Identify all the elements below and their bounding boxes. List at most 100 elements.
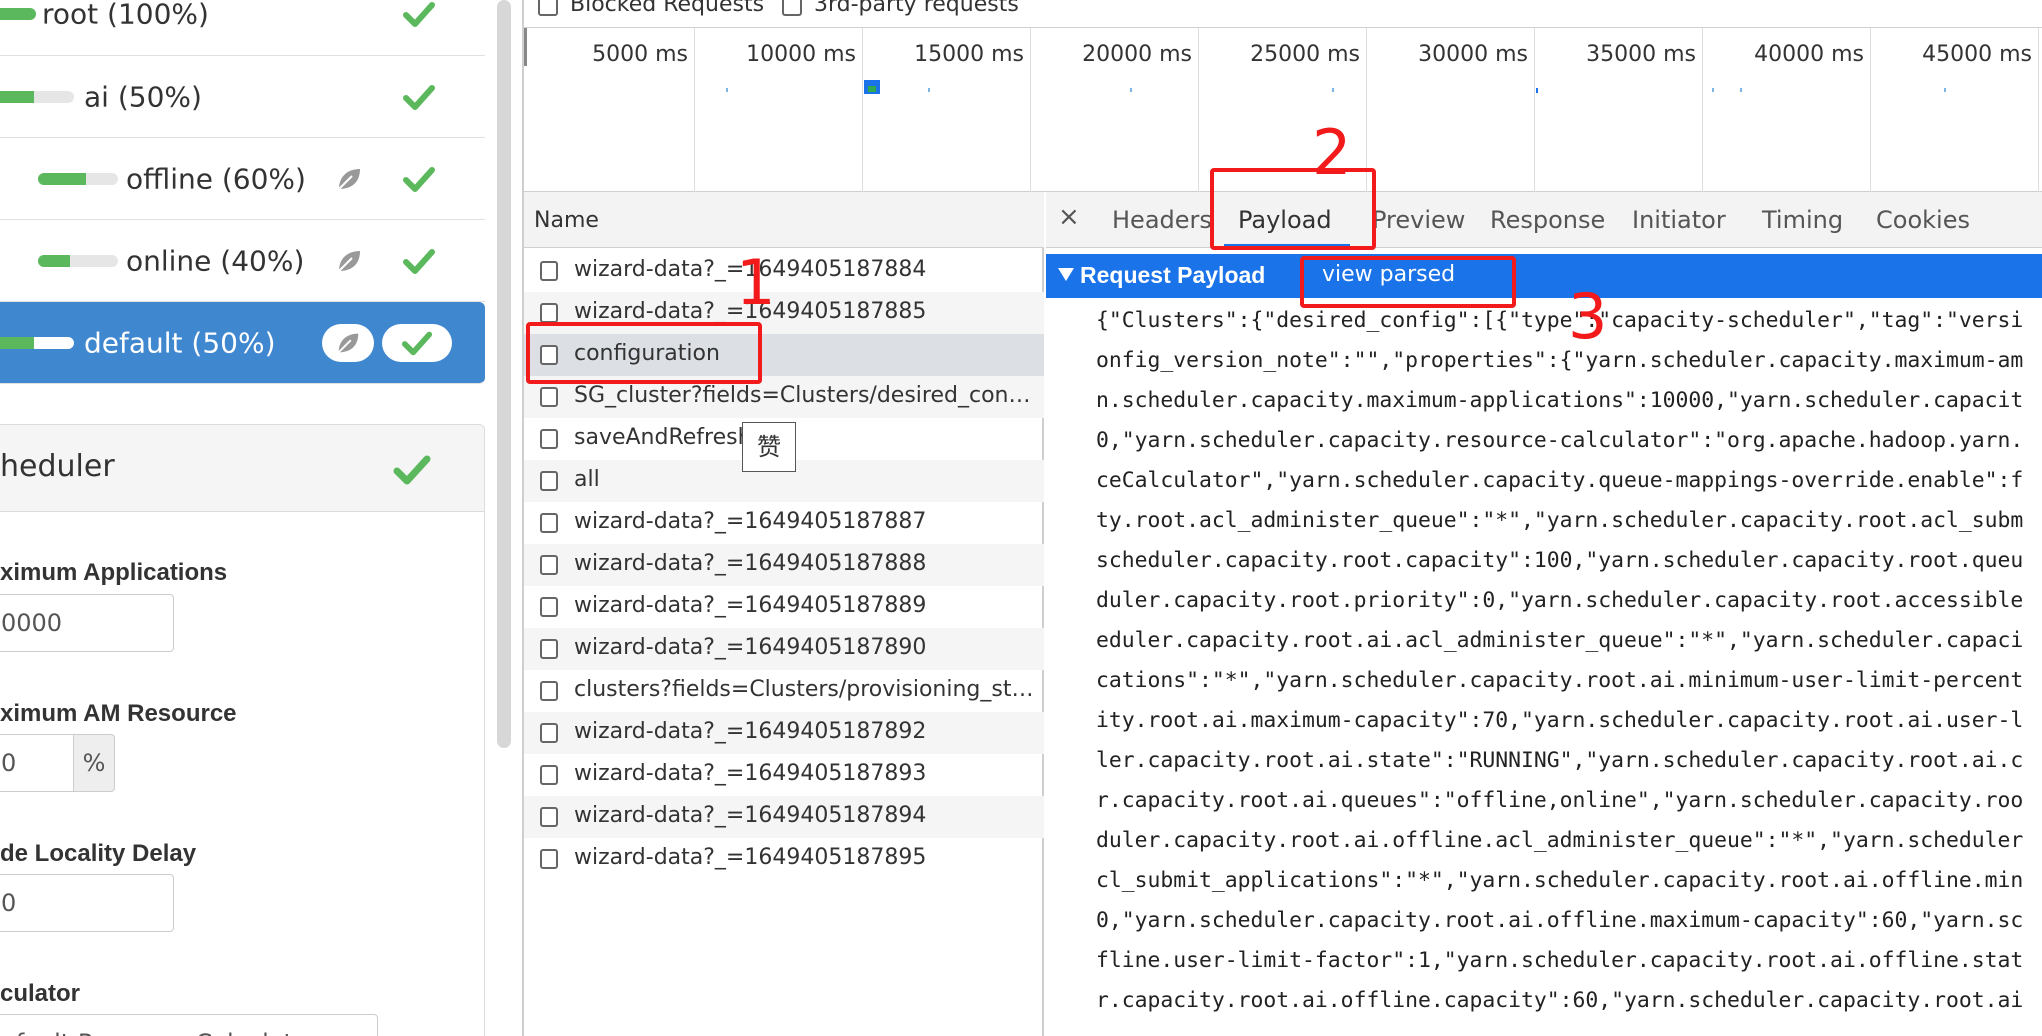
request-checkbox[interactable] bbox=[540, 513, 558, 533]
node-locality-delay-label: de Locality Delay bbox=[0, 840, 197, 867]
timeline-request-bar bbox=[1332, 88, 1334, 92]
tab-timing[interactable]: Timing bbox=[1762, 206, 1843, 234]
node-locality-delay-input[interactable]: 0 bbox=[0, 874, 174, 932]
leaf-icon bbox=[338, 168, 360, 190]
queue-row-online[interactable]: online (40%) bbox=[0, 220, 485, 302]
request-checkbox[interactable] bbox=[540, 387, 558, 407]
queue-row-offline[interactable]: offline (60%) bbox=[0, 138, 485, 220]
timeline-tick bbox=[2038, 28, 2039, 192]
request-name: wizard-data?_=1649405187895 bbox=[574, 845, 927, 870]
request-row[interactable]: wizard-data?_=1649405187884 bbox=[524, 250, 1044, 292]
request-checkbox[interactable] bbox=[540, 261, 558, 281]
scheduler-header[interactable]: heduler bbox=[0, 424, 485, 512]
blocked-requests-checkbox[interactable] bbox=[538, 0, 558, 16]
request-row[interactable]: wizard-data?_=1649405187894 bbox=[524, 796, 1044, 838]
queue-row-ai[interactable]: ai (50%) bbox=[0, 56, 485, 138]
request-checkbox[interactable] bbox=[540, 807, 558, 827]
max-applications-input[interactable]: 0000 bbox=[0, 594, 174, 652]
check-icon bbox=[403, 166, 435, 192]
timeline-request-bar bbox=[1712, 88, 1714, 92]
annotation-number-2: 2 bbox=[1312, 116, 1352, 189]
queue-capacity-bar bbox=[0, 336, 74, 349]
queue-capacity-bar bbox=[0, 90, 74, 103]
payload-line: 0,"yarn.scheduler.capacity.root.ai.offli… bbox=[1096, 908, 2024, 933]
close-icon[interactable]: × bbox=[1058, 202, 1080, 232]
timeline-tick-label: 45000 ms bbox=[1922, 42, 2032, 67]
check-icon bbox=[401, 331, 433, 355]
request-row[interactable]: wizard-data?_=1649405187890 bbox=[524, 628, 1044, 670]
request-name: clusters?fields=Clusters/provisioning_st… bbox=[574, 677, 1034, 702]
request-checkbox[interactable] bbox=[540, 555, 558, 575]
expand-triangle-icon[interactable] bbox=[1058, 268, 1074, 281]
scheduler-title: heduler bbox=[0, 449, 115, 484]
timeline-tick-label: 15000 ms bbox=[914, 42, 1024, 67]
request-row[interactable]: wizard-data?_=1649405187892 bbox=[524, 712, 1044, 754]
name-column-label: Name bbox=[534, 208, 599, 233]
queue-row-root[interactable]: root (100%) bbox=[0, 0, 485, 56]
max-am-resource-input[interactable]: 0 bbox=[0, 734, 74, 792]
request-checkbox[interactable] bbox=[540, 429, 558, 449]
request-payload-header[interactable]: Request Payload view parsed bbox=[1046, 254, 2042, 298]
request-row[interactable]: wizard-data?_=1649405187887 bbox=[524, 502, 1044, 544]
calculator-select[interactable]: efault Resource Calculator bbox=[0, 1014, 378, 1036]
tab-response[interactable]: Response bbox=[1490, 206, 1605, 234]
queue-capacity-bar bbox=[38, 254, 118, 267]
request-row[interactable]: wizard-data?_=1649405187889 bbox=[524, 586, 1044, 628]
timeline-tick-label: 40000 ms bbox=[1754, 42, 1864, 67]
queue-label: root (100%) bbox=[42, 0, 209, 30]
request-name: wizard-data?_=1649405187890 bbox=[574, 635, 927, 660]
request-checkbox[interactable] bbox=[540, 849, 558, 869]
annotation-box-view-parsed bbox=[1300, 256, 1516, 308]
annotation-number-3: 3 bbox=[1568, 280, 1608, 353]
third-party-checkbox[interactable] bbox=[782, 0, 802, 16]
queue-label: online (40%) bbox=[126, 244, 305, 277]
request-name: wizard-data?_=1649405187887 bbox=[574, 509, 927, 534]
request-row[interactable]: wizard-data?_=1649405187893 bbox=[524, 754, 1044, 796]
payload-line: ceCalculator","yarn.scheduler.capacity.q… bbox=[1096, 468, 2024, 493]
request-checkbox[interactable] bbox=[540, 471, 558, 491]
annotation-box-configuration bbox=[526, 322, 762, 384]
calculator-label: culator bbox=[0, 980, 81, 1007]
payload-line: n.scheduler.capacity.maximum-application… bbox=[1096, 388, 2024, 413]
request-row[interactable]: wizard-data?_=1649405187895 bbox=[524, 838, 1044, 880]
timeline-request-bar bbox=[868, 86, 876, 92]
timeline-request-bar bbox=[1536, 88, 1538, 93]
queue-row-default[interactable]: default (50%) bbox=[0, 302, 485, 384]
request-row[interactable]: clusters?fields=Clusters/provisioning_st… bbox=[524, 670, 1044, 712]
request-checkbox[interactable] bbox=[540, 639, 558, 659]
name-column-header[interactable]: Name bbox=[524, 192, 1044, 248]
request-checkbox[interactable] bbox=[540, 681, 558, 701]
queue-capacity-bar bbox=[0, 7, 36, 20]
queue-capacity-bar bbox=[38, 172, 118, 185]
request-name: wizard-data?_=1649405187893 bbox=[574, 761, 927, 786]
payload-line: ty.root.acl_administer_queue":"*","yarn.… bbox=[1096, 508, 2024, 533]
tab-headers[interactable]: Headers bbox=[1112, 206, 1212, 234]
check-icon bbox=[403, 84, 435, 110]
page-scrollbar[interactable] bbox=[497, 0, 511, 748]
timeline-tick bbox=[1534, 28, 1535, 192]
request-row[interactable]: wizard-data?_=1649405187888 bbox=[524, 544, 1044, 586]
request-checkbox[interactable] bbox=[540, 765, 558, 785]
timeline-tick-label: 5000 ms bbox=[592, 42, 688, 67]
tab-cookies[interactable]: Cookies bbox=[1876, 206, 1970, 234]
request-checkbox[interactable] bbox=[540, 597, 558, 617]
queue-capacity-fill bbox=[38, 172, 86, 185]
queue-capacity-fill bbox=[0, 336, 34, 349]
timeline-tick bbox=[862, 28, 863, 192]
payload-line: 0,"yarn.scheduler.capacity.resource-calc… bbox=[1096, 428, 2024, 453]
payload-line: cl_submit_applications":"*","yarn.schedu… bbox=[1096, 868, 2024, 893]
check-icon bbox=[393, 455, 431, 485]
request-checkbox[interactable] bbox=[540, 723, 558, 743]
timeline-cursor bbox=[524, 28, 527, 66]
request-name: wizard-data?_=1649405187892 bbox=[574, 719, 927, 744]
queue-capacity-fill bbox=[38, 254, 70, 267]
tab-preview[interactable]: Preview bbox=[1372, 206, 1465, 234]
request-checkbox[interactable] bbox=[540, 303, 558, 323]
request-list: Name wizard-data?_=1649405187884 wizard-d… bbox=[524, 192, 1044, 1036]
timeline-tick-label: 30000 ms bbox=[1418, 42, 1528, 67]
payload-source: {"Clusters":{"desired_config":[{"type":"… bbox=[1046, 298, 2042, 1036]
blocked-requests-label: Blocked Requests bbox=[570, 0, 765, 17]
timeline-tick bbox=[1702, 28, 1703, 192]
tab-initiator[interactable]: Initiator bbox=[1632, 206, 1726, 234]
request-name: wizard-data?_=1649405187894 bbox=[574, 803, 927, 828]
